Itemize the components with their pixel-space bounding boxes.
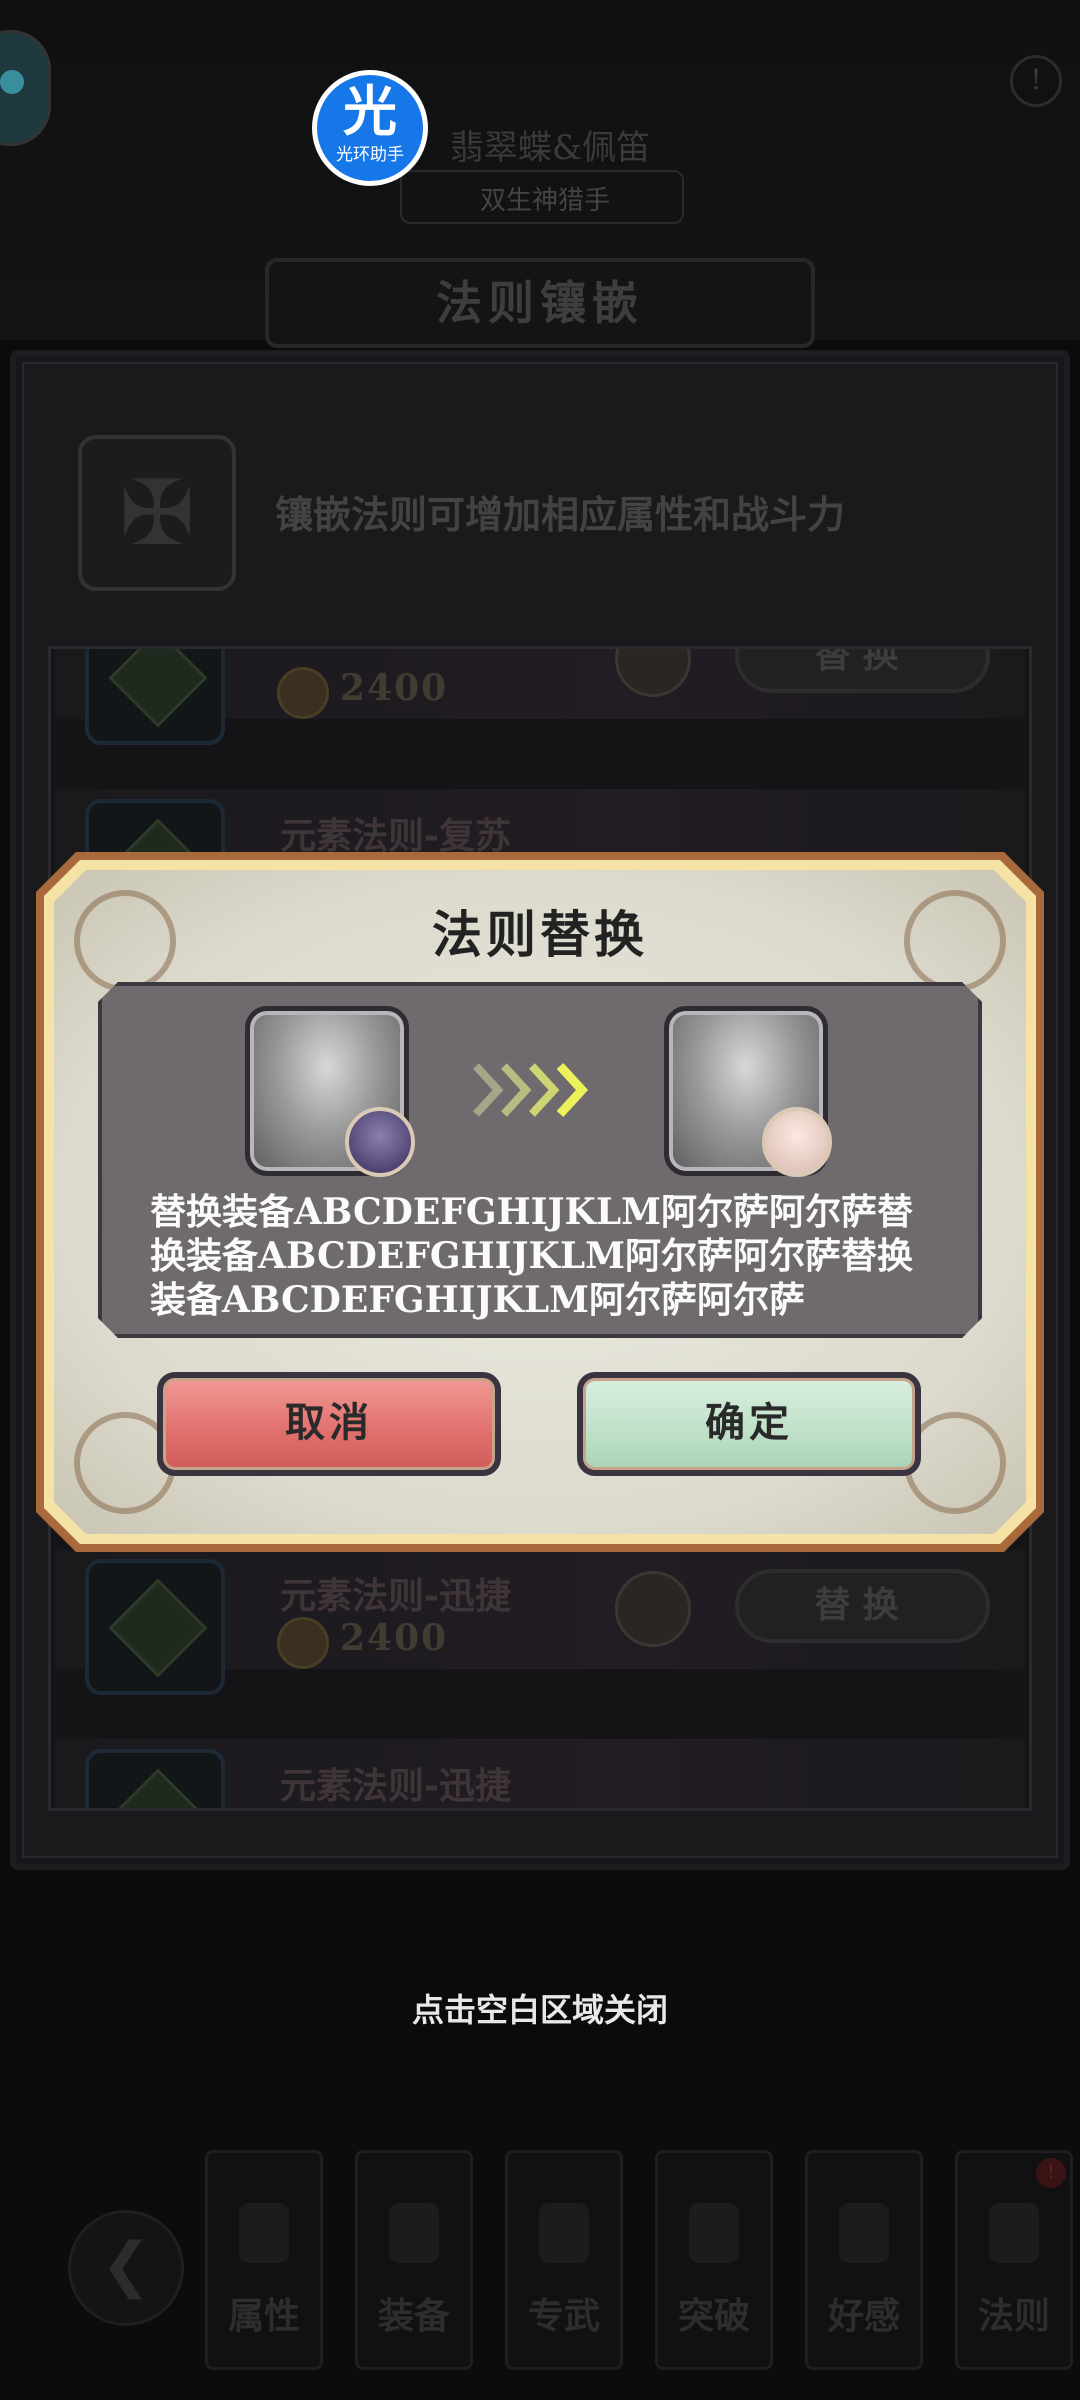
affection-icon [839,2203,889,2263]
weapon-icon [539,2203,589,2263]
owner-avatar [615,1571,691,1647]
tab-label: 突破 [677,2295,750,2337]
list-item: 元素法则-迅捷 2400 替换 [55,1549,1025,1695]
current-owner-avatar [345,1107,415,1177]
law-name: 元素法则-迅捷 [280,1575,511,1617]
attributes-icon [239,2203,289,2263]
tab-affection[interactable]: 好感 [805,2150,923,2370]
list-item: 2400 替换 [55,649,1025,745]
law-icon [85,1749,225,1808]
notification-badge: ! [1036,2158,1066,2188]
coin-icon [277,667,329,719]
law-tab-icon [989,2203,1039,2263]
tab-label: 好感 [827,2295,900,2337]
character-name: 翡翠蝶&佩笛 [449,128,651,168]
tab-label: 专武 [527,2295,600,2337]
info-icon: ! [1010,55,1062,107]
dialog-title: 法则替换 [432,905,648,964]
helper-badge[interactable]: 光 光环助手 [312,70,428,186]
tab-attributes[interactable]: 属性 [205,2150,323,2370]
helper-badge-char: 光 [343,80,397,143]
tab-label: 属性 [227,2295,300,2337]
law-name: 元素法则-迅捷 [280,1765,511,1807]
list-item: 元素法则-迅捷 [55,1739,1025,1808]
owner-avatar [615,649,691,697]
tab-label: 法则 [977,2295,1050,2337]
equipment-icon [389,2203,439,2263]
new-owner-avatar [762,1107,832,1177]
tab-equipment[interactable]: 装备 [355,2150,473,2370]
law-icon [85,1559,225,1695]
replace-button[interactable]: 替换 [735,1569,990,1643]
mascot-eye [0,70,24,94]
cancel-button[interactable]: 取消 [157,1372,501,1476]
helper-badge-label: 光环助手 [336,145,404,165]
law-name: 元素法则-复苏 [280,815,511,857]
panel-title: 法则镶嵌 [265,258,815,348]
law-icon [85,649,225,745]
back-arrow-icon[interactable]: ❮ [68,2210,184,2326]
replace-button[interactable]: 替换 [735,649,990,693]
tab-exclusive-weapon[interactable]: 专武 [505,2150,623,2370]
replace-description: 替换装备ABCDEFGHIJKLM阿尔萨阿尔萨替换装备ABCDEFGHIJKLM… [150,1191,913,1321]
tab-label: 装备 [377,2295,450,2337]
tab-breakthrough[interactable]: 突破 [655,2150,773,2370]
coin-icon [277,1617,329,1669]
chevrons-right-icon [473,1062,589,1118]
inlay-description: 镶嵌法则可增加相应属性和战斗力 [275,492,846,537]
law-cost: 2400 [340,667,449,709]
confirm-button[interactable]: 确定 [577,1372,921,1476]
close-hint[interactable]: 点击空白区域关闭 [0,1985,1080,2031]
character-title: 双生神猎手 [479,186,610,216]
breakthrough-icon [689,2203,739,2263]
cross-icon: ✠ [78,435,236,591]
law-cost: 2400 [340,1617,449,1659]
